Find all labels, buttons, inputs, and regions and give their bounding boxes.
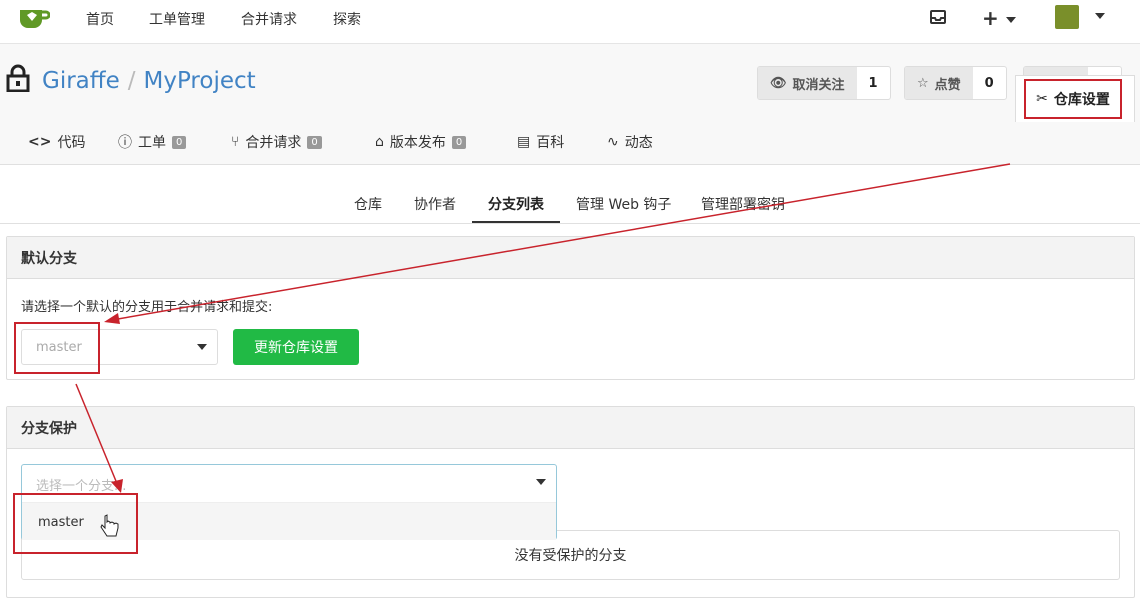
- gogs-logo-icon[interactable]: [18, 6, 50, 32]
- tab-wiki-label: 百科: [536, 135, 565, 151]
- tab-pulls-label: 合并请求: [245, 135, 302, 151]
- create-new-button[interactable]: +: [982, 6, 1016, 30]
- tab-pulls[interactable]: ⑂ 合并请求 0: [231, 132, 322, 152]
- inbox-icon[interactable]: [930, 10, 946, 24]
- nav-home[interactable]: 首页: [86, 9, 114, 29]
- tab-releases-label: 版本发布: [389, 135, 446, 151]
- path-separator: /: [127, 68, 136, 94]
- star-button[interactable]: ☆ 点赞 0: [904, 66, 1007, 100]
- tools-icon: ✂: [1036, 91, 1048, 107]
- settings-highlight-box: ✂ 仓库设置: [1024, 79, 1122, 119]
- subtab-branches[interactable]: 分支列表: [488, 194, 544, 214]
- settings-subnav: 仓库 协作者 分支列表 管理 Web 钩子 管理部署密钥: [0, 165, 1140, 224]
- tag-icon: ⌂: [375, 134, 384, 150]
- chevron-down-icon[interactable]: [1095, 13, 1105, 19]
- chevron-down-icon: [536, 479, 546, 485]
- chevron-down-icon: [1005, 16, 1016, 23]
- star-icon: ☆: [917, 75, 929, 91]
- subtab-collaborators[interactable]: 协作者: [414, 194, 456, 214]
- annotation-box-master-option: [13, 493, 138, 554]
- tab-issues[interactable]: ⓘ 工单 0: [118, 132, 187, 152]
- book-icon: ▤: [517, 134, 531, 150]
- annotation-box-default-branch: [14, 322, 100, 374]
- repo-header: Giraffe/MyProject 👁取消关注 1 ☆点赞 0 Ⴤ派生 0 <>…: [0, 44, 1140, 165]
- branch-protection-title: 分支保护: [7, 407, 1134, 449]
- pull-request-icon: ⑂: [231, 134, 240, 150]
- active-tab-underline: [472, 221, 560, 223]
- default-branch-hint: 请选择一个默认的分支用于合并请求和提交:: [21, 300, 273, 315]
- watch-count[interactable]: 1: [857, 67, 890, 99]
- tab-releases[interactable]: ⌂ 版本发布 0: [375, 132, 467, 152]
- tab-activity-label: 动态: [624, 135, 653, 151]
- tab-issues-label: 工单: [138, 135, 166, 151]
- subtab-webhooks[interactable]: 管理 Web 钩子: [576, 194, 671, 214]
- chevron-down-icon: [197, 344, 207, 350]
- star-count[interactable]: 0: [973, 67, 1006, 99]
- branch-protection-panel: 分支保护 没有受保护的分支 选择一个分支... master: [6, 406, 1135, 598]
- code-icon: <>: [28, 134, 52, 150]
- subtab-repository[interactable]: 仓库: [354, 194, 382, 214]
- tab-activity[interactable]: ∿ 动态: [607, 132, 653, 152]
- eye-icon: 👁: [770, 75, 787, 91]
- nav-explore[interactable]: 探索: [333, 9, 361, 29]
- unwatch-button[interactable]: 👁 取消关注 1: [757, 66, 891, 100]
- tab-wiki[interactable]: ▤ 百科: [517, 132, 564, 152]
- unwatch-label: 取消关注: [792, 77, 845, 93]
- tab-code-label: 代码: [57, 135, 86, 151]
- default-branch-title: 默认分支: [7, 237, 1134, 279]
- repo-title: Giraffe / MyProject: [42, 68, 256, 94]
- tab-settings-label: 仓库设置: [1053, 92, 1110, 108]
- avatar[interactable]: [1055, 5, 1079, 29]
- pulls-count-badge: 0: [307, 135, 322, 149]
- issue-icon: ⓘ: [118, 135, 132, 151]
- repo-owner-link[interactable]: Giraffe: [42, 68, 120, 94]
- tab-settings[interactable]: ✂ 仓库设置: [1015, 75, 1135, 122]
- tab-code[interactable]: <> 代码: [28, 132, 85, 152]
- pulse-icon: ∿: [607, 134, 619, 150]
- nav-issues[interactable]: 工单管理: [149, 9, 205, 29]
- branch-placeholder: 选择一个分支...: [36, 479, 127, 494]
- nav-pulls[interactable]: 合并请求: [241, 9, 297, 29]
- lock-icon: [6, 64, 30, 92]
- issues-count-badge: 0: [172, 135, 187, 149]
- repo-name-link[interactable]: MyProject: [144, 68, 256, 94]
- subtab-deploy-keys[interactable]: 管理部署密钥: [701, 194, 785, 214]
- update-settings-button[interactable]: 更新仓库设置: [233, 329, 359, 365]
- star-label: 点赞: [934, 77, 961, 93]
- default-branch-panel: 默认分支 请选择一个默认的分支用于合并请求和提交: master 更新仓库设置: [6, 236, 1135, 380]
- releases-count-badge: 0: [451, 135, 467, 149]
- top-navbar: 首页 工单管理 合并请求 探索 +: [0, 0, 1140, 44]
